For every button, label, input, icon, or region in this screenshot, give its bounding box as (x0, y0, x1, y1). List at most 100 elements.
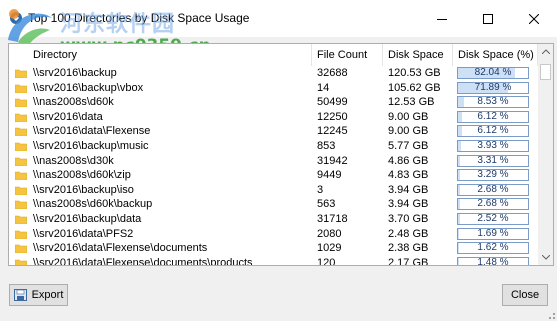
file-count: 853 (317, 140, 336, 152)
disk-space-percent-bar: 1.69 % (457, 227, 529, 240)
column-header-file-count[interactable]: File Count (312, 44, 383, 66)
disk-space-percent-bar: 71.89 % (457, 81, 529, 94)
column-header-disk-space[interactable]: Disk Space (383, 44, 453, 66)
disk-space: 2.38 GB (388, 242, 429, 255)
disk-space: 12.53 GB (388, 96, 435, 109)
column-header-directory[interactable]: Directory (9, 44, 312, 66)
disk-space: 3.94 GB (388, 198, 429, 211)
directory-path: \\srv2016\data\PFS2 (33, 227, 134, 240)
export-button[interactable]: Export (9, 284, 68, 306)
table-row[interactable]: \\srv2016\data\Flexense\documents 1029 2.3… (9, 241, 538, 256)
file-count: 14 (317, 81, 330, 94)
disk-space: 2.17 GB (388, 256, 429, 266)
file-count: 3 (317, 183, 324, 196)
file-count: 12245 (317, 125, 348, 138)
directory-path: \\srv2016\backup\vbox (33, 81, 144, 94)
disk-space-percent: 1.48 % (477, 256, 509, 266)
folder-icon (15, 259, 27, 265)
disk-space: 3.94 GB (388, 183, 429, 196)
disk-space-percent-bar: 6.12 % (457, 110, 529, 123)
folder-icon (15, 186, 27, 195)
disk-space-percent: 6.12 % (477, 125, 509, 137)
disk-space-percent: 6.12 % (477, 110, 509, 122)
directory-path: \\srv2016\backup\music (33, 140, 149, 152)
disk-space-percent: 82.04 % (474, 67, 512, 78)
folder-icon (15, 98, 27, 108)
file-count: 50499 (317, 96, 348, 109)
directory-path: \\nas2008s\d60k (33, 96, 114, 109)
disk-space: 2.48 GB (388, 227, 429, 240)
table-row[interactable]: \\nas2008s\d60k\zip 9449 4.83 GB 3.29 % (9, 168, 538, 183)
scroll-thumb[interactable] (540, 64, 551, 80)
disk-space-percent-bar: 82.04 % (457, 67, 529, 79)
directory-path: \\srv2016\backup\iso (33, 183, 134, 196)
table-row[interactable]: \\nas2008s\d60k 50499 12.53 GB 8.53 % (9, 95, 538, 110)
disk-space-percent-bar: 8.53 % (457, 96, 529, 109)
export-icon (13, 289, 27, 301)
close-button[interactable]: Close (502, 284, 548, 306)
close-window-button[interactable] (511, 0, 557, 37)
minimize-button[interactable] (419, 0, 465, 37)
resize-grip[interactable] (545, 309, 555, 319)
file-count: 12250 (317, 110, 348, 123)
folder-icon (15, 230, 27, 239)
folder-icon (15, 69, 27, 78)
file-count: 31942 (317, 154, 348, 167)
table-row[interactable]: \\srv2016\data\Flexense 12245 9.00 GB 6.12 … (9, 124, 538, 139)
directory-path: \\nas2008s\d60k\backup (33, 198, 153, 211)
directory-list[interactable]: Directory File Count Disk Space Disk Spa… (8, 43, 554, 266)
disk-space-percent: 1.69 % (477, 227, 509, 239)
folder-icon (15, 142, 27, 151)
disk-space: 4.86 GB (388, 154, 429, 167)
column-header-disk-space-percent[interactable]: Disk Space (%) (453, 44, 538, 66)
file-count: 563 (317, 198, 336, 211)
disk-space-percent-bar: 2.52 % (457, 213, 529, 225)
disk-space-percent-bar: 6.12 % (457, 125, 529, 138)
maximize-button[interactable] (465, 0, 511, 37)
directory-path: \\srv2016\data\Flexense\documents\produc… (33, 256, 253, 266)
table-row[interactable]: \\srv2016\backup\data 31718 3.70 GB 2.52 % (9, 212, 538, 227)
table-row[interactable]: \\nas2008s\d60k\backup 563 3.94 GB 2.68 % (9, 197, 538, 212)
folder-icon (15, 113, 27, 122)
table-row[interactable]: \\srv2016\data\PFS2 2080 2.48 GB 1.69 % (9, 227, 538, 242)
scroll-up-button[interactable] (538, 44, 553, 59)
minimize-icon (437, 18, 447, 20)
file-count: 32688 (317, 67, 348, 79)
list-header: Directory File Count Disk Space Disk Spa… (9, 44, 538, 66)
disk-space-percent: 8.53 % (477, 96, 509, 108)
disk-space: 105.62 GB (388, 81, 441, 94)
vertical-scrollbar[interactable] (538, 44, 553, 265)
table-row[interactable]: \\srv2016\backup\vbox 14 105.62 GB 71.89 % (9, 81, 538, 96)
directory-path: \\srv2016\data (33, 110, 103, 123)
table-row[interactable]: \\srv2016\backup 32688 120.53 GB 82.04 % (9, 66, 538, 81)
folder-icon (15, 171, 27, 181)
directory-path: \\srv2016\data\Flexense (33, 125, 151, 138)
disk-space-percent: 1.62 % (477, 242, 509, 254)
disk-space-percent-bar: 2.68 % (457, 198, 529, 211)
disk-space: 120.53 GB (388, 67, 441, 79)
close-button-label: Close (510, 289, 540, 301)
file-count: 2080 (317, 227, 342, 240)
directory-path: \\srv2016\data\Flexense\documents (33, 242, 208, 255)
folder-icon (15, 84, 27, 93)
export-button-label: Export (31, 289, 64, 301)
table-row[interactable]: \\srv2016\backup\iso 3 3.94 GB 2.68 % (9, 183, 538, 198)
disk-space: 3.70 GB (388, 213, 429, 225)
chevron-up-icon (541, 49, 550, 54)
table-row[interactable]: \\srv2016\data\Flexense\documents\produc… (9, 256, 538, 266)
table-row[interactable]: \\nas2008s\d30k 31942 4.86 GB 3.31 % (9, 154, 538, 169)
maximize-icon (483, 13, 493, 24)
folder-icon (15, 157, 27, 166)
folder-icon (15, 201, 27, 210)
close-icon (529, 13, 539, 24)
table-row[interactable]: \\srv2016\data 12250 9.00 GB 6.12 % (9, 110, 538, 125)
folder-icon (15, 244, 27, 254)
disk-space: 9.00 GB (388, 125, 429, 138)
table-row[interactable]: \\srv2016\backup\music 853 5.77 GB 3.93 % (9, 139, 538, 154)
directory-path: \\srv2016\backup (33, 67, 117, 79)
scroll-down-button[interactable] (538, 250, 553, 265)
disk-space-percent: 71.89 % (474, 81, 512, 93)
file-count: 31718 (317, 213, 348, 225)
file-count: 120 (317, 256, 336, 266)
disk-space-percent: 2.68 % (477, 198, 509, 210)
